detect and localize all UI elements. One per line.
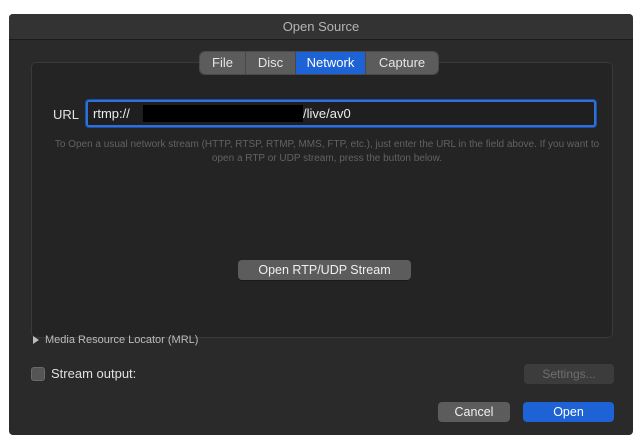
tab-capture[interactable]: Capture [366,52,438,74]
url-input[interactable]: rtmp:// /live/av0 [86,100,596,127]
source-tabs: File Disc Network Capture [200,52,438,74]
tab-network[interactable]: Network [296,52,366,74]
url-redaction-block [143,105,303,122]
tab-file[interactable]: File [200,52,246,74]
disclosure-triangle-icon [33,336,39,344]
cancel-button[interactable]: Cancel [438,402,510,422]
url-value-prefix: rtmp:// [93,106,130,121]
tab-disc[interactable]: Disc [246,52,296,74]
window-title: Open Source [9,14,633,40]
stream-output-row: Stream output: [31,366,136,381]
open-rtp-udp-stream-button[interactable]: Open RTP/UDP Stream [238,260,411,280]
open-source-dialog: Open Source File Disc Network Capture UR… [9,14,633,435]
url-label: URL [53,107,80,122]
mrl-label: Media Resource Locator (MRL) [45,334,199,346]
stream-output-checkbox[interactable] [31,366,45,381]
mrl-disclosure[interactable]: Media Resource Locator (MRL) [33,334,198,346]
network-help-text: To Open a usual network stream (HTTP, RT… [54,139,600,164]
stream-output-label: Stream output: [51,366,137,381]
settings-button[interactable]: Settings... [524,364,614,384]
open-button[interactable]: Open [523,402,614,422]
url-value-suffix: /live/av0 [303,106,351,121]
